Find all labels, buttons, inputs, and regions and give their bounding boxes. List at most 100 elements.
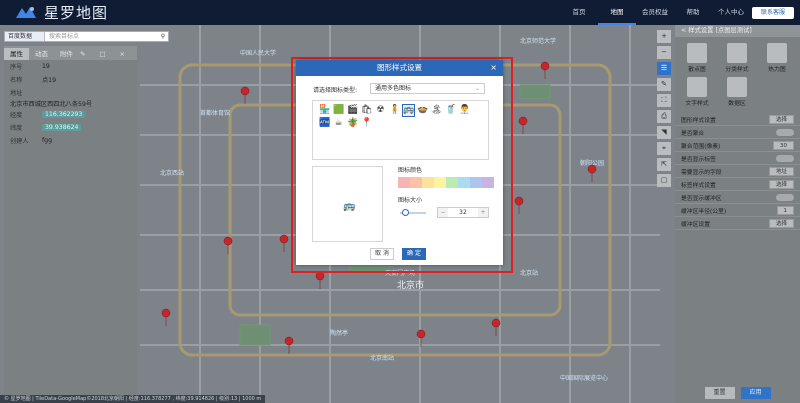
tab-dynamics[interactable]: 动态 [29, 48, 54, 60]
map-marker[interactable] [315, 271, 325, 289]
select-shape-style-button[interactable]: 选择 [768, 114, 794, 124]
print-icon[interactable]: ⎙ [657, 110, 671, 123]
address-value: 北京市西城区西四北八条59号 [10, 101, 93, 108]
longitude-value: 116.362293 [42, 111, 86, 118]
text-style-icon [687, 77, 707, 97]
search-category-select[interactable]: 百度数据 [5, 32, 45, 41]
map-marker[interactable] [587, 164, 597, 182]
map-marker[interactable] [491, 318, 501, 336]
cluster-toggle[interactable] [776, 128, 794, 136]
style-option-label: 热力图 [768, 67, 786, 73]
icon-option[interactable]: ☕ [333, 118, 344, 129]
attribute-key: 经度 [10, 112, 23, 119]
icon-option[interactable]: 📍 [361, 118, 372, 129]
color-swatch[interactable] [470, 177, 482, 188]
style-option-scatter[interactable]: 散点图 [677, 41, 717, 75]
nav-profile[interactable]: 个人中心 [712, 0, 750, 25]
attribute-row: 名称 点19 [4, 73, 137, 86]
setting-label: 是否显示标签 [681, 156, 716, 163]
increment-button[interactable]: + [478, 208, 488, 217]
cluster-range-input[interactable]: 30 [773, 140, 794, 150]
close-icon[interactable]: × [490, 60, 497, 76]
apply-button[interactable]: 应用 [740, 387, 771, 399]
map-marker[interactable] [540, 61, 550, 79]
color-swatch[interactable] [398, 177, 410, 188]
color-swatch[interactable] [458, 177, 470, 188]
map-marker[interactable] [514, 196, 524, 214]
icon-option[interactable]: 🚌 [402, 104, 415, 117]
icon-option[interactable]: 🟩 [333, 105, 344, 116]
nav-home[interactable]: 首页 [560, 0, 598, 25]
style-panel-footer: 重置 应用 [675, 387, 800, 399]
select-buffer-style-button[interactable]: 选择 [768, 218, 794, 228]
slider-handle[interactable] [401, 209, 409, 216]
confirm-button[interactable]: 确 定 [402, 248, 426, 260]
layers-icon[interactable]: ☰ [657, 62, 671, 75]
icon-option[interactable]: 🏝 [431, 105, 442, 116]
icon-option[interactable]: ☢ [375, 105, 386, 116]
logo[interactable]: 星罗地图 [14, 2, 108, 23]
reset-button[interactable]: 重置 [704, 387, 735, 399]
icon-option[interactable]: 🧍 [389, 105, 400, 116]
style-option-data-area[interactable]: 数据区 [717, 75, 757, 109]
map-marker[interactable] [279, 234, 289, 252]
locate-icon[interactable]: ⌖ [657, 142, 671, 155]
icon-type-label: 请选择图标类型: [313, 87, 358, 94]
cancel-button[interactable]: 取 消 [370, 248, 394, 260]
search-input[interactable]: 搜索目标点 [45, 32, 158, 41]
style-panel-title[interactable]: < 样式设置 [点图层测试] [675, 25, 800, 37]
style-option-text[interactable]: 文字样式 [677, 75, 717, 109]
color-swatch[interactable] [482, 177, 494, 188]
style-setting-row: 需要显示的字段 地址 [675, 165, 800, 178]
icon-size-input[interactable]: 32 [448, 208, 478, 217]
map-marker[interactable] [240, 86, 250, 104]
fullscreen-icon[interactable]: ⛶ [657, 94, 671, 107]
style-option-heatmap[interactable]: 热力图 [757, 41, 797, 75]
draw-icon[interactable]: ◥ [657, 126, 671, 139]
color-swatch[interactable] [422, 177, 434, 188]
measure-icon[interactable]: ✎ [657, 78, 671, 91]
buffer-toggle[interactable] [776, 193, 794, 201]
nav-help[interactable]: 帮助 [674, 0, 712, 25]
tab-attributes[interactable]: 属性 [4, 48, 29, 60]
zoom-in-button[interactable]: + [657, 30, 671, 43]
icon-option[interactable]: 🍲 [417, 105, 428, 116]
buffer-radius-input[interactable]: 1 [776, 205, 794, 215]
icon-option[interactable]: 👨‍💼 [459, 105, 470, 116]
icon-option[interactable]: 🪴 [347, 118, 358, 129]
nav-membership[interactable]: 会员权益 [636, 0, 674, 25]
image-icon[interactable]: ▢ [657, 174, 671, 187]
attribute-tabs: 属性 动态 附件 ✎ □ × [4, 46, 137, 60]
icon-option[interactable]: 🥤 [445, 105, 456, 116]
icon-type-select[interactable]: 通用多色图标 ⌄ [370, 83, 485, 94]
icon-option[interactable]: 🛍 [361, 105, 372, 116]
icon-picker: 🏪 🟩 🎬 🛍 ☢ 🧍 🚌 🍲 🏝 🥤 👨‍💼 🏧 ☕ 🪴 📍 [312, 100, 489, 160]
color-swatch[interactable] [410, 177, 422, 188]
close-icon[interactable]: × [114, 48, 133, 60]
search-icon[interactable]: ⚲ [158, 32, 168, 41]
edit-icon[interactable]: ✎ [74, 48, 93, 60]
icon-size-slider[interactable] [400, 209, 426, 216]
style-settings-panel: < 样式设置 [点图层测试] 散点图 分类样式 热力图 文字样式 数据区 图形样… [675, 25, 800, 403]
select-label-style-button[interactable]: 选择 [768, 179, 794, 189]
map-label: 首都体育馆 [200, 109, 230, 117]
color-swatch[interactable] [446, 177, 458, 188]
style-option-category[interactable]: 分类样式 [717, 41, 757, 75]
icon-option[interactable]: 🎬 [347, 105, 358, 116]
logo-icon [16, 6, 36, 18]
icon-option[interactable]: 🏪 [319, 105, 330, 116]
map-marker[interactable] [518, 116, 528, 134]
icon-option[interactable]: 🏧 [319, 118, 330, 129]
map-marker[interactable] [161, 308, 171, 326]
window-icon[interactable]: □ [93, 48, 113, 60]
nav-map[interactable]: 地图 [598, 0, 636, 25]
style-setting-row: 缓冲区设置 选择 [675, 217, 800, 230]
attribute-key: 序号 [10, 64, 23, 71]
label-toggle[interactable] [776, 154, 794, 162]
decrement-button[interactable]: − [438, 208, 448, 217]
label-field-select[interactable]: 地址 [768, 166, 794, 176]
expand-icon[interactable]: ⇱ [657, 158, 671, 171]
color-swatch[interactable] [434, 177, 446, 188]
contact-support-button[interactable]: 联系客服 [752, 7, 794, 19]
zoom-out-button[interactable]: − [657, 46, 671, 59]
